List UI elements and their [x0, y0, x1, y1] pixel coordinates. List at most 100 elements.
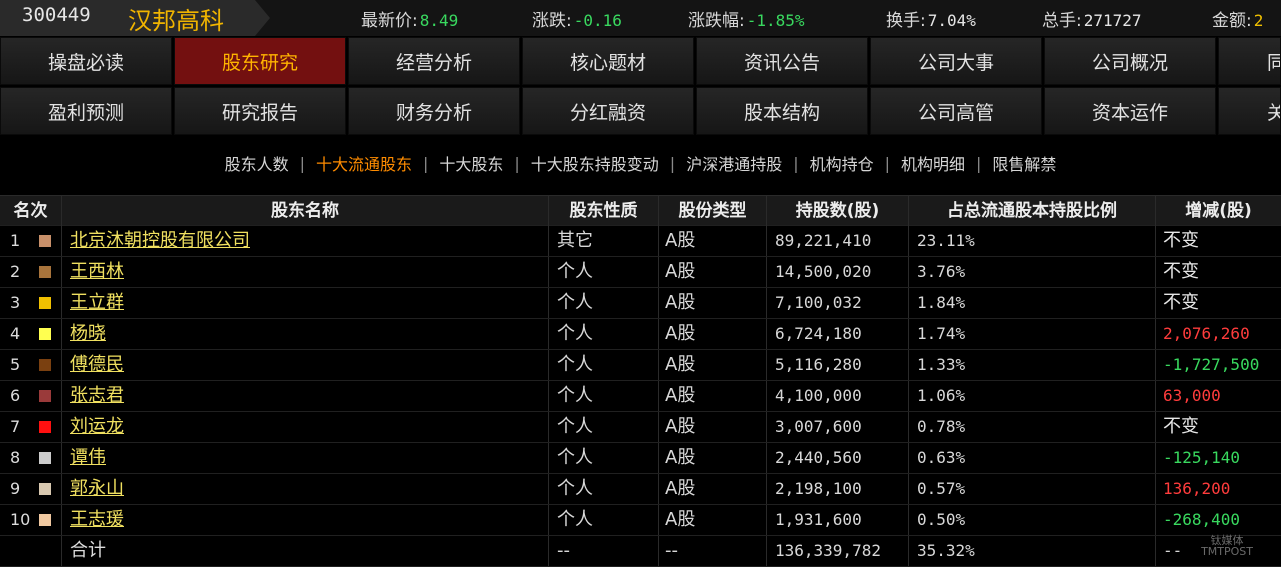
rank-cell-empty: [0, 536, 62, 566]
holder-name-link[interactable]: 刘运龙: [70, 416, 124, 437]
quote-amount: 金额: 2: [1212, 11, 1264, 31]
legend-color-swatch: [39, 328, 51, 340]
nav-yanjiu-baogao[interactable]: 研究报告: [174, 87, 346, 135]
subtab-top10-changes[interactable]: 十大股东持股变动: [529, 151, 661, 175]
holding-change: -268,400: [1156, 505, 1281, 535]
nav-ziben-yunzuo[interactable]: 资本运作: [1044, 87, 1216, 135]
subtab-separator: |: [299, 153, 305, 173]
holder-name-link[interactable]: 王西林: [70, 261, 124, 282]
holder-nature: 个人: [549, 288, 659, 318]
holding-change: 2,076,260: [1156, 319, 1281, 349]
rank-cell: 5: [0, 350, 62, 380]
legend-color-swatch: [39, 421, 51, 433]
col-header-change: 增减(股): [1185, 201, 1252, 221]
nav-caopan[interactable]: 操盘必读: [0, 37, 172, 85]
holding-change: -125,140: [1156, 443, 1281, 473]
rank-number: 3: [10, 293, 21, 312]
nav-guben-jiegou[interactable]: 股本结构: [696, 87, 868, 135]
holding-change: 不变: [1156, 257, 1281, 287]
nav-fenhong-rongzi[interactable]: 分红融资: [522, 87, 694, 135]
holding-change: 不变: [1156, 288, 1281, 318]
subtab-lockup-release[interactable]: 限售解禁: [990, 151, 1058, 175]
share-type: A股: [659, 350, 767, 380]
legend-color-swatch: [39, 266, 51, 278]
holding-change-value: 不变: [1163, 261, 1199, 282]
rank-number: 9: [10, 479, 21, 498]
rank-cell: 7: [0, 412, 62, 442]
rank-number: 2: [10, 262, 21, 281]
legend-color-swatch: [39, 483, 51, 495]
holder-name-cell: 刘运龙: [62, 412, 549, 442]
nav-gudong-yanjiu[interactable]: 股东研究: [174, 37, 346, 85]
holder-name-cell: 傅德民: [62, 350, 549, 380]
holder-nature: 个人: [549, 350, 659, 380]
shares-held: 2,198,100: [767, 474, 909, 504]
nav-gongsi-gaoguan[interactable]: 公司高管: [870, 87, 1042, 135]
share-type: A股: [659, 226, 767, 256]
holder-nature: 个人: [549, 474, 659, 504]
nav-yingli-yuce[interactable]: 盈利预测: [0, 87, 172, 135]
table-row: 1 北京沐朝控股有限公司 其它 A股 89,221,410 23.11% 不变: [0, 226, 1281, 257]
shareholder-subtabs: 股东人数 | 十大流通股东 | 十大股东 | 十大股东持股变动 | 沪深港通持股…: [0, 140, 1281, 186]
table-row: 10 王志瑗 个人 A股 1,931,600 0.50% -268,400: [0, 505, 1281, 536]
nav-guan-truncated[interactable]: 关: [1218, 87, 1281, 135]
rank-number: 7: [10, 417, 21, 436]
subtab-top10-float[interactable]: 十大流通股东: [314, 151, 414, 175]
holding-change: 不变: [1156, 412, 1281, 442]
holder-name-link[interactable]: 郭永山: [70, 478, 124, 499]
share-type: A股: [659, 381, 767, 411]
subtab-institution-holdings[interactable]: 机构持仓: [808, 151, 876, 175]
holder-name-link[interactable]: 王志瑗: [70, 509, 124, 530]
total-pct: 35.32%: [909, 536, 1156, 566]
holder-nature: 个人: [549, 381, 659, 411]
holder-name-cell: 张志君: [62, 381, 549, 411]
quote-turnover: 换手: 7.04%: [886, 11, 976, 31]
holder-name-link[interactable]: 王立群: [70, 292, 124, 313]
holder-name-link[interactable]: 傅德民: [70, 354, 124, 375]
nav-zixun-gonggao[interactable]: 资讯公告: [696, 37, 868, 85]
legend-color-swatch: [39, 390, 51, 402]
shares-held: 1,931,600: [767, 505, 909, 535]
holder-nature: 其它: [549, 226, 659, 256]
nav-hexin-ticai[interactable]: 核心题材: [522, 37, 694, 85]
share-type: A股: [659, 257, 767, 287]
rank-cell: 3: [0, 288, 62, 318]
holding-change: 136,200: [1156, 474, 1281, 504]
nav-jingying-fenxi[interactable]: 经营分析: [348, 37, 520, 85]
subtab-hk-connect[interactable]: 沪深港通持股: [684, 151, 784, 175]
holding-change: 不变: [1156, 226, 1281, 256]
subtab-gudong-renshu[interactable]: 股东人数: [223, 151, 291, 175]
col-header-nature: 股东性质: [549, 196, 659, 226]
nav-tong-truncated[interactable]: 同: [1218, 37, 1281, 85]
holding-pct: 0.78%: [909, 412, 1156, 442]
share-type: A股: [659, 288, 767, 318]
shares-held: 14,500,020: [767, 257, 909, 287]
holding-pct: 1.84%: [909, 288, 1156, 318]
share-type: A股: [659, 474, 767, 504]
quote-change-pct: 涨跌幅: -1.85%: [688, 11, 805, 31]
holder-nature: 个人: [549, 412, 659, 442]
holder-name-link[interactable]: 杨晓: [70, 323, 106, 344]
col-header-type: 股份类型: [659, 196, 767, 226]
subtab-top10[interactable]: 十大股东: [437, 151, 505, 175]
holder-name-link[interactable]: 张志君: [70, 385, 124, 406]
holding-pct: 1.06%: [909, 381, 1156, 411]
table-row: 7 刘运龙 个人 A股 3,007,600 0.78% 不变: [0, 412, 1281, 443]
subtab-institution-detail[interactable]: 机构明细: [899, 151, 967, 175]
holder-name-link[interactable]: 北京沐朝控股有限公司: [70, 230, 250, 251]
holder-name-cell: 谭伟: [62, 443, 549, 473]
stock-name: 汉邦高科: [128, 7, 224, 35]
rank-cell: 4: [0, 319, 62, 349]
nav-gongsi-dashi[interactable]: 公司大事: [870, 37, 1042, 85]
holding-pct: 23.11%: [909, 226, 1156, 256]
table-header-row: 名次 股东名称 股东性质 股份类型 持股数(股) 占总流通股本持股比例 增减(股…: [0, 195, 1281, 226]
table-row: 2 王西林 个人 A股 14,500,020 3.76% 不变: [0, 257, 1281, 288]
subtab-separator: |: [669, 153, 676, 173]
nav-caiwu-fenxi[interactable]: 财务分析: [348, 87, 520, 135]
holding-pct: 0.57%: [909, 474, 1156, 504]
holding-change-value: -1,727,500: [1163, 355, 1260, 374]
rank-number: 8: [10, 448, 21, 467]
nav-gongsi-gaikuang[interactable]: 公司概况: [1044, 37, 1216, 85]
f10-nav-grid: 操盘必读 股东研究 经营分析 核心题材 资讯公告 公司大事 公司概况 同 盈利预…: [0, 37, 1281, 137]
holder-name-link[interactable]: 谭伟: [70, 447, 106, 468]
